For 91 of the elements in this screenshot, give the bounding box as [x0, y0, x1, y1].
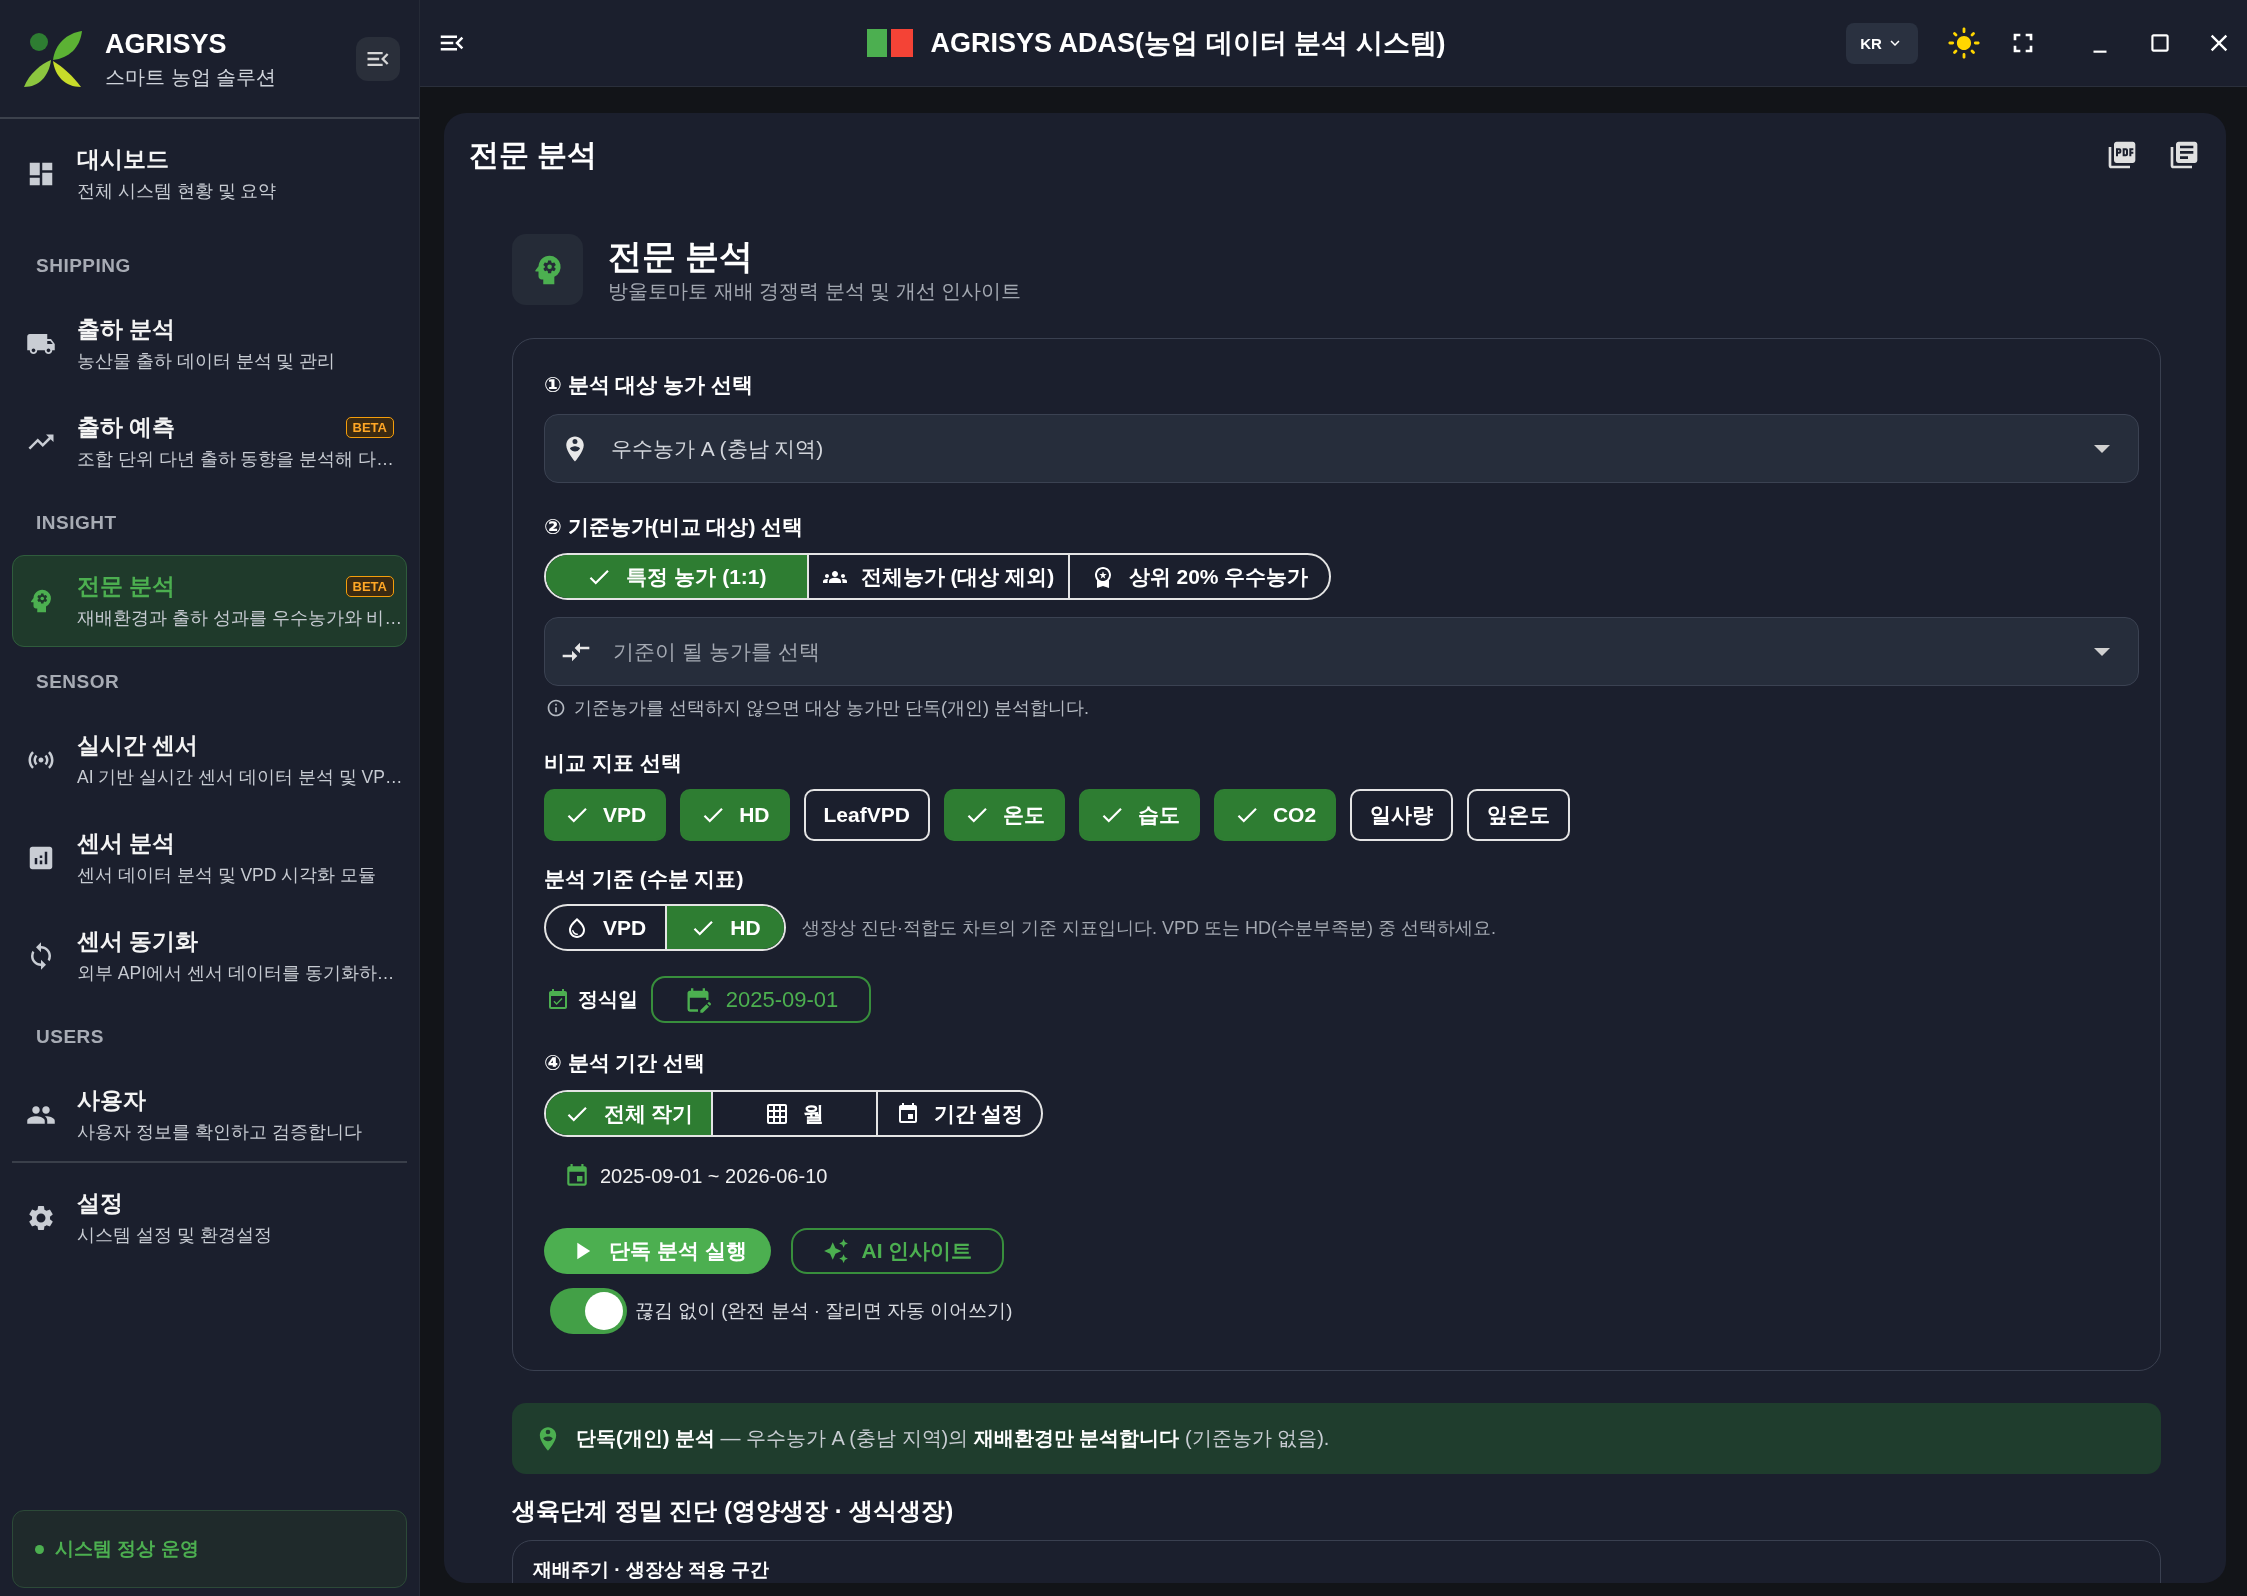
nav-item-title: 센서 분석 [77, 829, 176, 858]
banner-text: 단독(개인) 분석 — 우수농가 A (충남 지역)의 재배환경만 분석합니다 (기준농가 없음). [576, 1426, 1330, 1451]
field-label: 분석 기준 (수분 지표) [544, 866, 745, 892]
metric-chip[interactable]: 일사량 [1350, 789, 1454, 841]
sparkle-icon [822, 1238, 849, 1264]
nav-item-title: 출하 분석 [77, 315, 176, 344]
brand-tagline: 스마트 농업 솔루션 [105, 64, 277, 90]
nav-item-title: 출하 예측 [77, 413, 176, 442]
nav-item-title: 센서 동기화 [77, 927, 199, 956]
farm-select[interactable]: 우수농가 A (충남 지역) [544, 414, 2139, 483]
squares-logo-icon [867, 29, 914, 57]
hint-text: 생장상 진단·적합도 차트의 기준 지표입니다. VPD 또는 HD(수분부족분) 중 선택하세요. [802, 916, 1496, 940]
nav-item-title: 대시보드 [77, 145, 169, 174]
info-icon [546, 698, 566, 718]
nav-item[interactable]: 설정 시스템 설정 및 환경설정 [12, 1172, 407, 1264]
period-mode-tab[interactable]: 월 [711, 1092, 876, 1135]
ai-insight-button[interactable]: AI 인사이트 [791, 1228, 1004, 1274]
page-title: 전문 분석 [469, 136, 598, 173]
metric-chip[interactable]: LeafVPD [803, 789, 930, 841]
app-title: AGRISYS ADAS(농업 데이터 분석 시스템) [930, 27, 1446, 60]
status-dot-icon [35, 1544, 44, 1554]
section-title: 전문 분석 [608, 236, 755, 277]
nav-item[interactable]: 전문 분석 BETA 재배환경과 출하 성과를 우수농가와 비… [12, 555, 407, 647]
sun-icon[interactable] [1947, 26, 1981, 60]
pdf-icon[interactable] [2106, 139, 2138, 171]
nav-item[interactable]: 사용자 사용자 정보를 확인하고 검증합니다 [12, 1069, 407, 1161]
field-label: ④ 분석 기간 선택 [544, 1050, 707, 1076]
basis-option-tab[interactable]: VPD [546, 906, 665, 949]
nav-item[interactable]: 출하 예측 BETA 조합 단위 다년 출하 동향을 분석해 다… [12, 396, 407, 488]
nav-item-description: 농산물 출하 데이터 분석 및 관리 [77, 350, 336, 373]
metric-chip[interactable]: 잎온도 [1467, 789, 1571, 841]
switch-label: 끊김 없이 (완전 분석 · 잘리면 자동 이어쓰기) [635, 1299, 1013, 1323]
section-subtitle: 방울토마토 재배 경쟁력 분석 및 개선 인사이트 [608, 279, 1022, 304]
nav-item[interactable]: 출하 분석 농산물 출하 데이터 분석 및 관리 [12, 298, 407, 390]
hint-text: 기준농가를 선택하지 않으면 대상 농가만 단독(개인) 분석합니다. [574, 697, 1089, 720]
nav-item-description: 재배환경과 출하 성과를 우수농가와 비… [77, 607, 402, 630]
field-label: ② 기준농가(비교 대상) 선택 [544, 514, 805, 540]
nav-item-description: 사용자 정보를 확인하고 검증합니다 [77, 1121, 362, 1144]
nav-item-title: 실시간 센서 [77, 731, 199, 760]
nav-item-title: 전문 분석 [77, 572, 176, 601]
collapse-sidebar-button[interactable] [356, 36, 400, 81]
period-mode-tab[interactable]: 기간 설정 [876, 1092, 1041, 1135]
grid-icon [765, 1101, 789, 1126]
baseline-mode-tab[interactable]: 특정 농가 (1:1) [546, 555, 807, 598]
metric-chip[interactable]: HD [680, 789, 790, 841]
baseline-farm-select[interactable]: 기준이 될 농가를 선택 [544, 617, 2139, 686]
nav-section-heading: SHIPPING [35, 254, 132, 278]
metric-chip[interactable]: 습도 [1078, 789, 1200, 841]
nav-item-description: AI 기반 실시간 센서 데이터 분석 및 VP… [77, 766, 403, 789]
nav-item[interactable]: 센서 분석 센서 데이터 분석 및 VPD 시각화 모듈 [12, 812, 407, 904]
metric-chip[interactable]: 온도 [943, 789, 1065, 841]
date-picker-button[interactable]: 2025-09-01 [651, 976, 871, 1023]
nav-item[interactable]: 센서 동기화 외부 API에서 센서 데이터를 동기화하… [12, 910, 407, 1002]
period-mode-tab[interactable]: 전체 작기 [546, 1092, 711, 1135]
field-label: 정식일 [578, 987, 638, 1012]
date-range-text: 2025-09-01 ~ 2026-06-10 [600, 1164, 828, 1189]
nav-section-heading: USERS [35, 1025, 105, 1049]
document-list-icon[interactable] [2168, 139, 2200, 171]
settings-icon [26, 1203, 56, 1233]
calendar-check-icon [546, 987, 570, 1012]
nav-section-heading: INSIGHT [35, 511, 118, 535]
nav-item-description: 시스템 설정 및 환경설정 [77, 1224, 272, 1247]
section-title: 생육단계 정밀 진단 (영양생장 · 생식생장) [512, 1496, 955, 1526]
field-label: 비교 지표 선택 [544, 750, 683, 776]
nav-item[interactable]: 실시간 센서 AI 기반 실시간 센서 데이터 분석 및 VP… [12, 714, 407, 806]
head-gear-icon [512, 234, 583, 305]
brand-name: AGRISYS [105, 27, 228, 61]
toggle-switch[interactable] [550, 1287, 627, 1334]
nav-item-description: 센서 데이터 분석 및 VPD 시각화 모듈 [77, 864, 377, 887]
beta-badge: BETA [345, 575, 394, 597]
nav-item[interactable]: 대시보드 전체 시스템 현황 및 요약 [12, 128, 407, 220]
nav-item-description: 조합 단위 다년 출하 동향을 분석해 다… [77, 448, 394, 471]
status-text: 시스템 정상 운영 [55, 1537, 199, 1561]
nav-item-title: 사용자 [77, 1086, 146, 1115]
leaf-logo-icon [23, 29, 83, 88]
nav-item-title: 설정 [77, 1189, 123, 1218]
nav-item-description: 전체 시스템 현황 및 요약 [77, 180, 277, 203]
dropdown-caret-icon [2094, 444, 2110, 453]
calendar-icon [564, 1163, 590, 1189]
beta-badge: BETA [345, 416, 394, 438]
language-select[interactable]: KR [1846, 22, 1918, 64]
nav-section-heading: SENSOR [35, 670, 121, 694]
baseline-mode-tab[interactable]: 전체농가 (대상 제외) [807, 555, 1068, 598]
basis-option-tab[interactable]: HD [665, 906, 784, 949]
baseline-mode-tab[interactable]: 상위 20% 우수농가 [1068, 555, 1329, 598]
dropdown-caret-icon [2094, 647, 2110, 656]
panel-title: 재배주기 · 생장상 적용 구간 [533, 1559, 770, 1580]
field-label: ① 분석 대상 농가 선택 [544, 372, 755, 398]
metric-chip[interactable]: VPD [544, 789, 667, 841]
nav-item-description: 외부 API에서 센서 데이터를 동기화하… [77, 962, 395, 985]
metric-chip[interactable]: CO2 [1213, 789, 1337, 841]
